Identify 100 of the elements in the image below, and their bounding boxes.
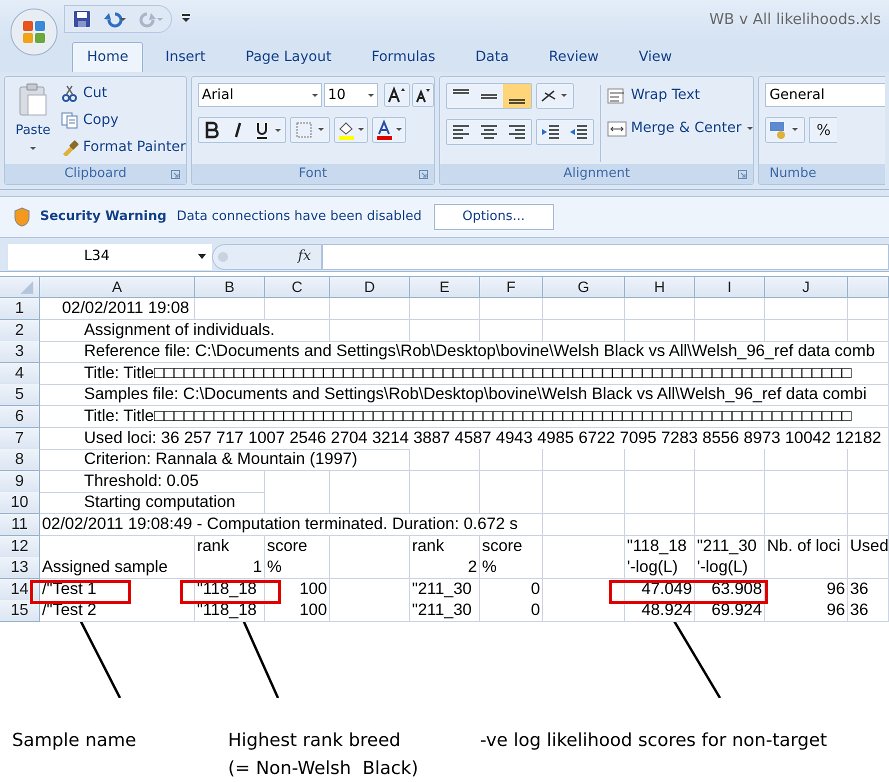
group-label: Font xyxy=(298,165,327,184)
paste-button[interactable]: Paste xyxy=(5,77,61,164)
redo-icon xyxy=(137,10,163,28)
merge-center-button[interactable]: Merge & Center xyxy=(606,118,754,139)
font-color-icon[interactable] xyxy=(372,117,406,143)
annotation-label: Sample name xyxy=(12,729,136,753)
shrink-font-icon[interactable] xyxy=(412,83,434,107)
ribbon-tab[interactable]: Home xyxy=(72,42,144,72)
undo-icon[interactable] xyxy=(101,10,127,28)
table-cell: 36 xyxy=(848,578,889,601)
bottom-align-icon[interactable] xyxy=(502,84,531,108)
security-warning-message: Data connections have been disabled xyxy=(176,208,422,226)
annotation-label: Highest rank breed (= Non-Welsh Black) xyxy=(228,729,418,781)
wrap-text-button[interactable]: Wrap Text xyxy=(606,85,754,106)
circle-icon xyxy=(217,250,229,262)
row-header[interactable]: 2 xyxy=(0,320,40,342)
table-cell: "211_30 xyxy=(410,578,480,601)
orientation-icon[interactable] xyxy=(536,83,574,109)
options-button[interactable]: Options... xyxy=(434,204,554,230)
table-cell: % xyxy=(265,557,330,580)
ribbon-tab[interactable]: Data xyxy=(457,42,527,72)
row-header[interactable]: 5 xyxy=(0,384,40,406)
table-cell: "211_30 xyxy=(695,536,765,558)
paintbrush-icon xyxy=(61,139,79,156)
table-cell: % xyxy=(480,557,543,580)
fill-color-icon[interactable] xyxy=(334,117,368,143)
ribbon-tab[interactable]: Insert xyxy=(147,42,224,72)
shield-icon xyxy=(14,207,30,227)
table-cell: 0 xyxy=(480,600,543,622)
group-label: Alignment xyxy=(563,165,630,184)
clipboard-icon xyxy=(18,83,48,117)
row-header[interactable]: 13 xyxy=(0,557,40,580)
group-label: Clipboard xyxy=(64,165,126,184)
number-format-field[interactable]: General xyxy=(765,83,885,107)
security-warning-title: Security Warning xyxy=(40,208,167,226)
format-painter-button[interactable]: Format Painter xyxy=(61,137,186,158)
row-header[interactable]: 8 xyxy=(0,449,40,472)
name-box[interactable]: L34 xyxy=(8,244,212,270)
cut-button[interactable]: Cut xyxy=(61,83,186,104)
table-cell: 1 xyxy=(195,557,265,580)
ribbon-tab[interactable]: Page Layout xyxy=(228,42,350,72)
table-cell: rank xyxy=(195,536,265,558)
insert-function-button[interactable]: fx xyxy=(298,246,311,267)
sheet-text: Samples file: C:\Documents and Settings\Rob\Desktop\bovine\Welsh Black vs All\Welsh_96_ref data combi xyxy=(40,384,889,406)
grow-font-icon[interactable] xyxy=(384,83,410,107)
sheet-text: Assignment of individuals. xyxy=(40,320,330,342)
dropdown-caret-icon xyxy=(747,127,754,130)
row-header[interactable]: 7 xyxy=(0,428,40,450)
dropdown-caret-icon xyxy=(198,254,206,259)
copy-button[interactable]: Copy xyxy=(61,110,186,131)
copy-icon xyxy=(61,112,79,129)
font-size-value: 10 xyxy=(328,86,346,104)
row-header[interactable]: 10 xyxy=(0,492,40,514)
formula-bar-buttons[interactable]: fx xyxy=(212,244,322,270)
currency-format-icon[interactable] xyxy=(765,117,806,143)
table-cell: Used xyxy=(848,536,889,558)
font-name-field[interactable]: Arial xyxy=(198,83,322,107)
row-header[interactable]: 11 xyxy=(0,514,40,536)
dropdown-caret-icon xyxy=(368,94,374,96)
table-cell: Nb. of loci xyxy=(765,536,848,558)
ribbon-tab[interactable]: Review xyxy=(530,42,617,72)
wrap-text-icon xyxy=(606,86,627,104)
row-header[interactable]: 4 xyxy=(0,362,40,385)
table-cell: 100 xyxy=(265,600,330,622)
table-cell: '-log(L) xyxy=(695,557,765,580)
row-header[interactable]: 15 xyxy=(0,600,40,622)
dropdown-caret-icon xyxy=(312,94,318,96)
caret-icon xyxy=(30,146,36,150)
table-cell: 96 xyxy=(765,600,848,622)
table-cell: 2 xyxy=(410,557,480,580)
table-cell: "118_18 xyxy=(625,536,695,558)
customize-toolbar-icon[interactable] xyxy=(182,14,190,24)
scissors-icon xyxy=(61,85,79,102)
sheet-text: Starting computation xyxy=(40,492,265,514)
row-header[interactable]: 6 xyxy=(0,406,40,428)
font-name-value: Arial xyxy=(202,86,234,104)
row-header[interactable]: 9 xyxy=(0,470,40,493)
sheet-text: Title: Title□□□□□□□□□□□□□□□□□□□□□□□□□□□□□□□□□□□□□□□□□□□□□□□□□□□□□□□□□□□□□□□□□□□□□□ xyxy=(40,362,889,385)
table-cell: rank xyxy=(410,536,480,558)
row-header[interactable]: 12 xyxy=(0,536,40,558)
table-cell: score xyxy=(265,536,330,558)
borders-icon[interactable] xyxy=(290,117,330,143)
sheet-text: Reference file: C:\Documents and Settings\Rob\Desktop\bovine\Welsh Black vs All\Welsh_96_ref data comb xyxy=(40,341,889,364)
row-header[interactable]: 3 xyxy=(0,341,40,364)
table-cell: score xyxy=(480,536,543,558)
merge-cells-icon xyxy=(606,120,627,138)
percent-button[interactable]: % xyxy=(809,117,837,143)
annotation-label: -ve log likelihood scores for non-target xyxy=(480,729,828,753)
table-cell: "211_30 xyxy=(410,600,480,622)
save-icon[interactable] xyxy=(73,10,91,28)
sheet-text: Title: Title□□□□□□□□□□□□□□□□□□□□□□□□□□□□□□□□□□□□□□□□□□□□□□□□□□□□□□□□□□□□□□□□□□□□□□ xyxy=(40,406,889,428)
ribbon-tab[interactable]: Formulas xyxy=(353,42,454,72)
ribbon-tab[interactable]: View xyxy=(620,42,690,72)
quick-access-toolbar[interactable] xyxy=(64,5,172,33)
table-cell: Assigned sample xyxy=(40,557,195,580)
row-header[interactable]: 1 xyxy=(0,298,40,320)
window-title: WB v All likelihoods.xls xyxy=(709,8,881,30)
formula-input[interactable] xyxy=(322,244,889,270)
font-size-field[interactable]: 10 xyxy=(324,83,378,107)
sheet-text: Threshold: 0.05 xyxy=(40,470,265,493)
